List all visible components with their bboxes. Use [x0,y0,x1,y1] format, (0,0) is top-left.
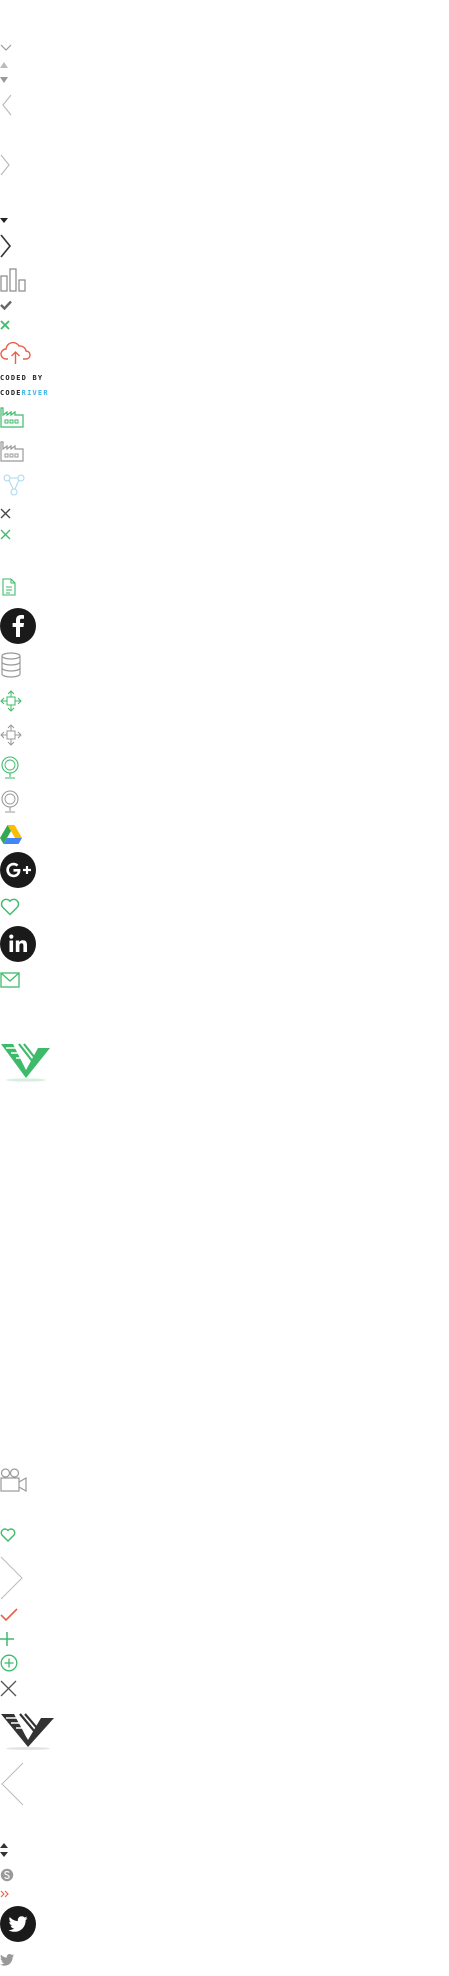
bar-chart-icon [0,268,26,292]
skype-icon [0,1868,14,1882]
chevron-left-large-icon [0,1762,24,1806]
credit-label: CODED BY [0,374,44,382]
twitter-small-icon [0,1954,14,1966]
factory-gray-icon [0,440,24,462]
mail-icon [0,972,20,988]
brand-code: CODE [0,389,22,397]
video-camera-icon [0,1468,28,1493]
globe-gray-icon [0,790,20,814]
sort-arrows-icon [0,1842,8,1858]
chevron-down-icon [0,44,12,52]
expand-green-icon [0,690,22,712]
factory-green-icon [0,406,24,428]
heart-icon [0,898,20,916]
network-icon [2,474,26,496]
globe-green-icon [0,756,20,780]
double-chevron-icon [0,1890,10,1898]
close-large-icon [0,1680,17,1697]
twitter-circle-icon [0,1906,36,1942]
coins-icon [0,652,22,678]
caret-down-icon [0,218,8,224]
logo-green-icon [0,1040,52,1082]
close-dark-icon [0,508,11,519]
arrow-up-icon [0,62,8,68]
expand-gray-icon [0,724,22,746]
chevron-right-dark-icon [0,234,12,258]
heart-small-icon [0,1528,16,1542]
linkedin-icon [0,926,36,962]
close-green-icon [0,320,10,330]
chevron-right-large-icon [0,1556,24,1600]
plus-green-icon [0,1632,14,1646]
plus-circle-icon [0,1654,18,1672]
brand-wordmark: CODERIVER [0,389,49,397]
check-red-icon [0,1608,18,1622]
chevron-left-icon [2,94,12,116]
cloud-upload-icon [0,340,32,366]
arrow-down-icon [0,77,8,83]
logo-dark-icon [0,1710,56,1750]
facebook-icon [0,608,36,644]
google-plus-icon [0,852,36,888]
chevron-right-icon [0,154,10,176]
document-icon [2,578,16,596]
close-green-small-icon [0,529,11,540]
checkmark-icon [0,300,12,311]
google-drive-icon [0,824,22,844]
brand-river: RIVER [21,389,49,397]
